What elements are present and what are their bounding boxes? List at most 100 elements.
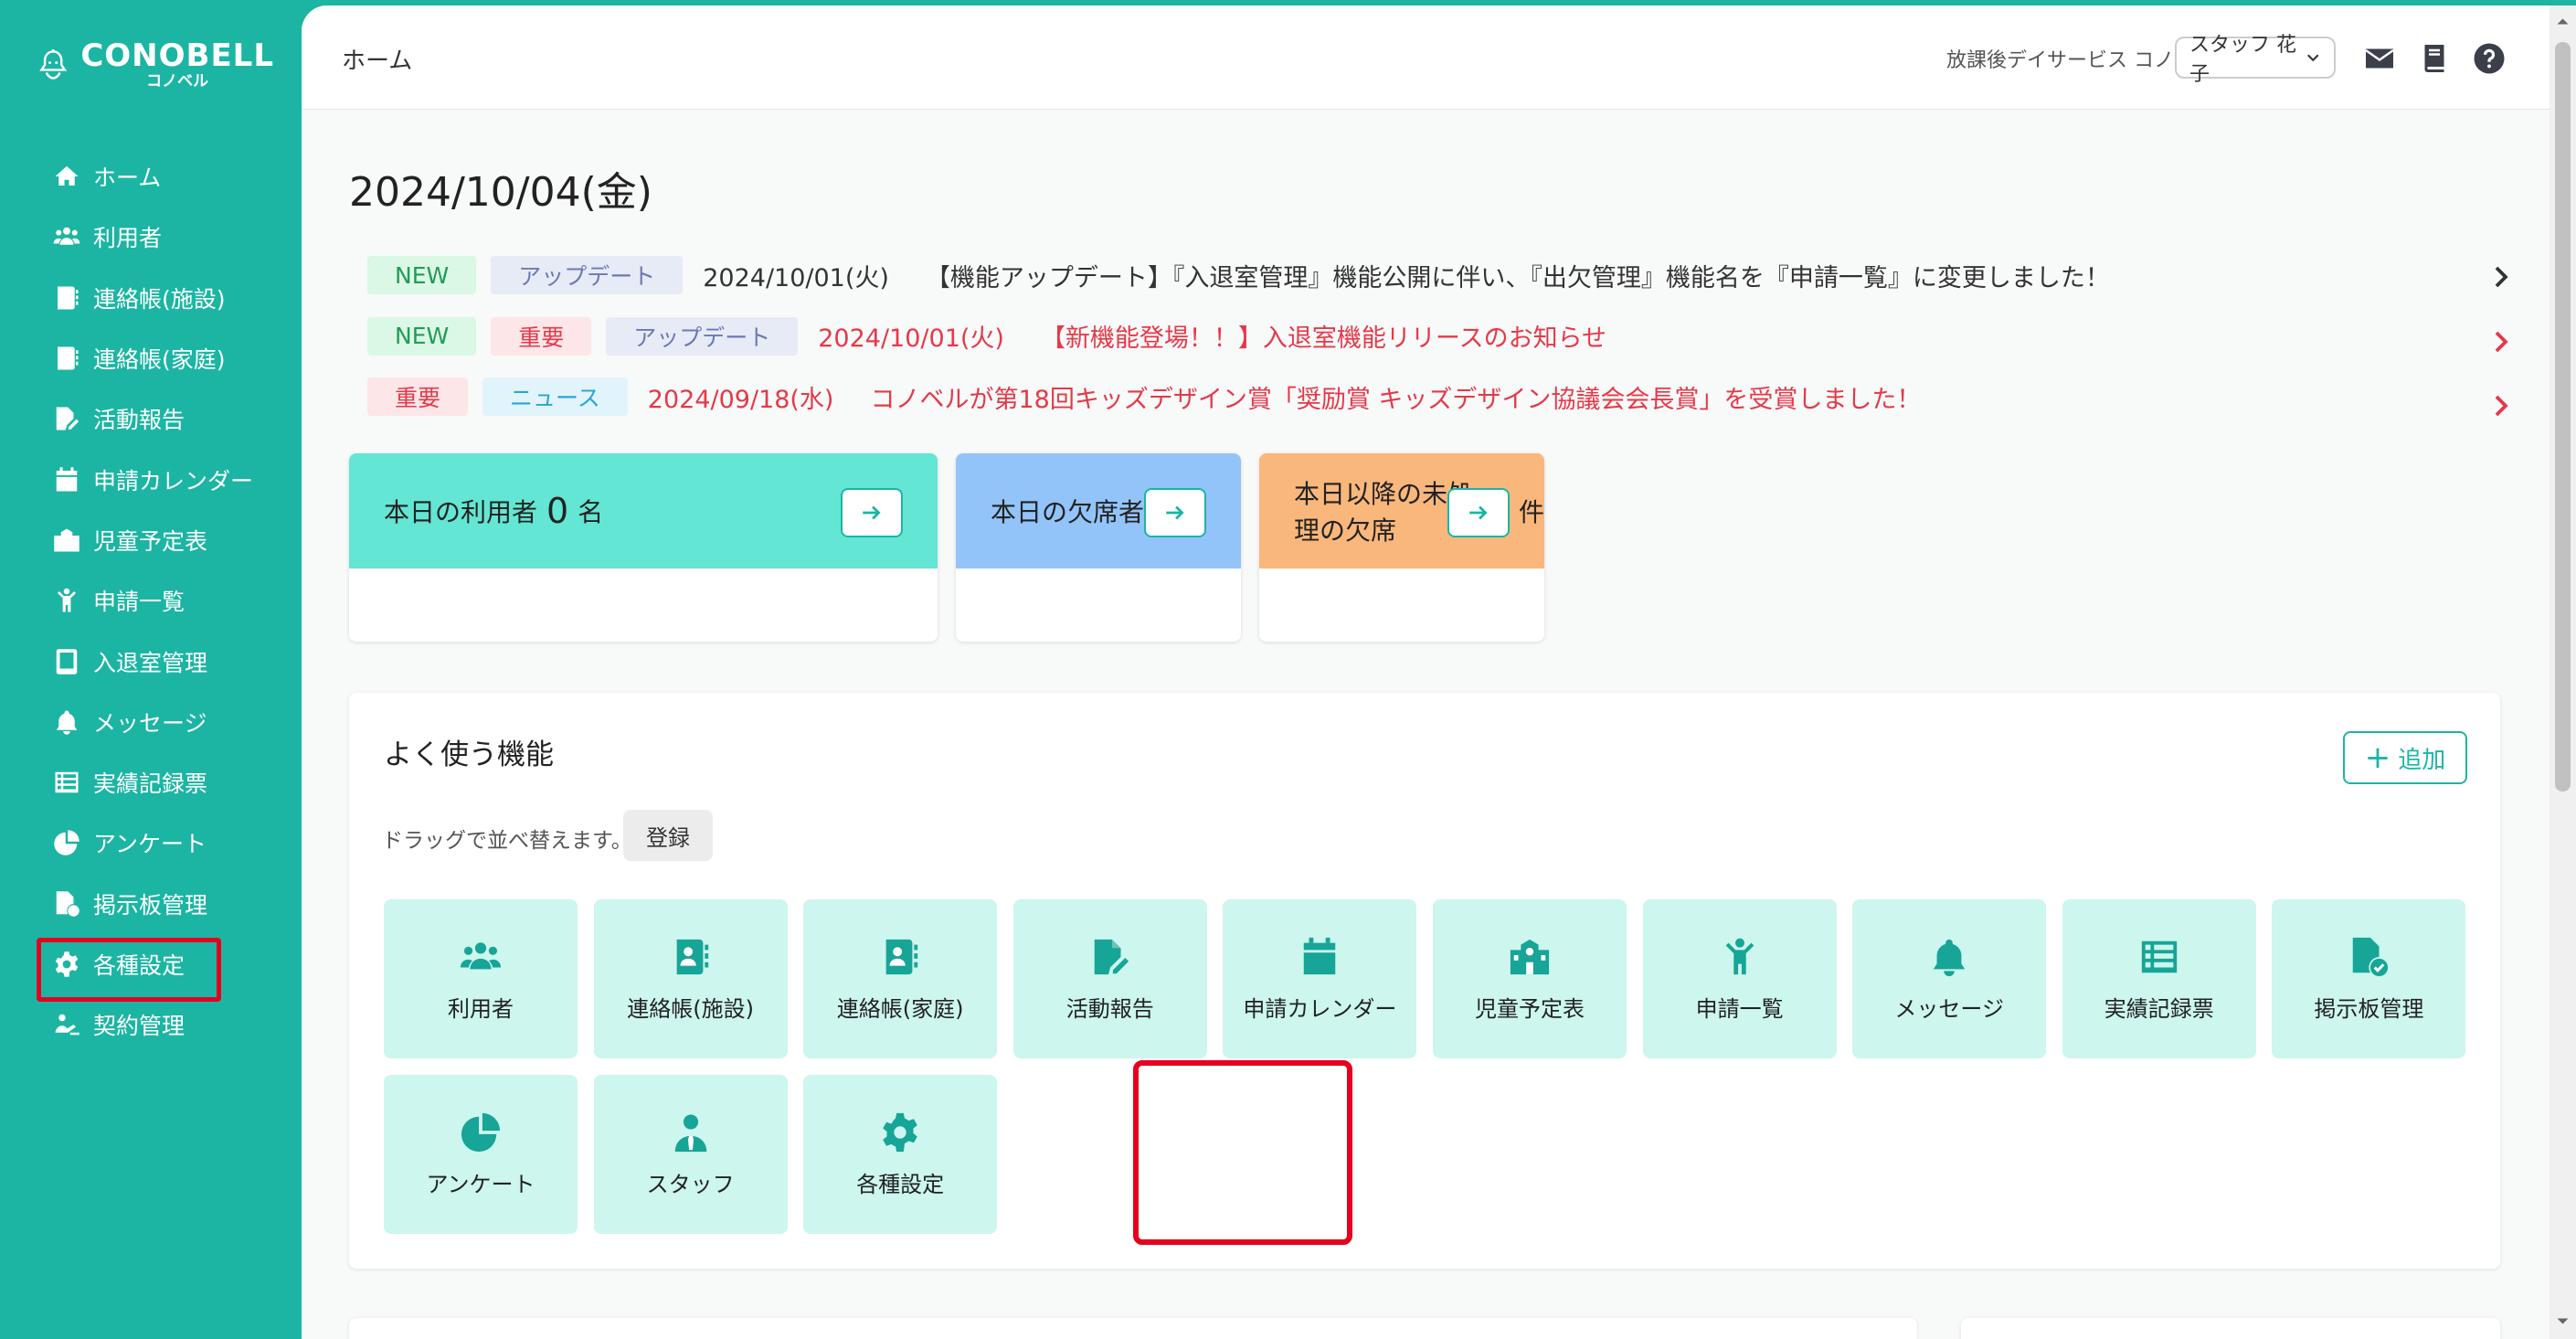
favorite-tile[interactable]: 申請一覧 bbox=[1642, 899, 1837, 1058]
favorite-tile[interactable]: 実績記録票 bbox=[2062, 899, 2256, 1058]
brand-sub: コノベル bbox=[146, 72, 209, 90]
favorite-tile[interactable]: メッセージ bbox=[1852, 899, 2047, 1058]
brand-logo[interactable]: CONOBELL コノベル bbox=[37, 33, 274, 97]
stat-card-header: 本日の欠席者0名 bbox=[956, 453, 1241, 569]
chevron-right-icon[interactable] bbox=[2487, 392, 2515, 420]
favorite-tile-label: アンケート bbox=[426, 1171, 535, 1197]
news-date: 2024/10/01(火) bbox=[703, 263, 889, 292]
plus-icon: + bbox=[2364, 739, 2391, 776]
favorites-title: よく使う機能 bbox=[384, 739, 554, 771]
gear-icon bbox=[879, 1111, 921, 1153]
favorite-tile[interactable]: 活動報告 bbox=[1012, 899, 1207, 1058]
list-icon bbox=[2138, 936, 2180, 978]
child-icon bbox=[53, 587, 80, 614]
sidebar-item[interactable]: 活動報告 bbox=[0, 388, 302, 449]
contact-book-icon bbox=[53, 284, 80, 312]
list-icon bbox=[53, 769, 80, 796]
stat-open-button[interactable] bbox=[841, 488, 903, 537]
sidebar-item[interactable]: メッセージ bbox=[0, 692, 302, 752]
sidebar: CONOBELL コノベル ホーム 利用者連絡帳(施設) 連絡帳(家庭) 活動報告申請… bbox=[0, 0, 302, 1339]
news-badge: ニュース bbox=[482, 377, 628, 417]
gear-icon bbox=[53, 951, 80, 978]
sidebar-item[interactable]: 児童予定表 bbox=[0, 510, 302, 570]
stat-label: 本日の利用者 bbox=[384, 497, 538, 527]
stat-card-header: 本日の利用者 0 名 bbox=[349, 453, 938, 569]
chevron-down-icon bbox=[2307, 54, 2319, 62]
sidebar-item-label: 実績記録票 bbox=[93, 770, 208, 798]
sidebar-item[interactable]: 利用者 bbox=[0, 207, 302, 267]
news-title[interactable]: 【新機能登場！！】入退室機能リリースのお知らせ bbox=[1041, 318, 1606, 354]
stat-card: 本日の欠席者0名 bbox=[956, 453, 1241, 642]
news-badge: 重要 bbox=[491, 316, 592, 356]
sidebar-item[interactable]: ホーム bbox=[0, 146, 302, 207]
add-favorite-label: 追加 bbox=[2398, 746, 2446, 774]
chevron-right-icon[interactable] bbox=[2487, 263, 2515, 291]
favorite-tile[interactable]: 連絡帳(家庭) bbox=[803, 899, 998, 1058]
bell-icon bbox=[1928, 936, 1970, 978]
staff-icon bbox=[670, 1111, 712, 1153]
sidebar-item[interactable]: 連絡帳(家庭) bbox=[0, 328, 302, 388]
news-badge: NEW bbox=[367, 316, 477, 356]
lower-card bbox=[349, 1318, 1917, 1339]
favorite-tile[interactable]: 連絡帳(施設) bbox=[593, 899, 788, 1058]
add-favorite-button[interactable]: + 追加 bbox=[2343, 731, 2467, 784]
favorite-tile-label: 申請一覧 bbox=[1695, 995, 1784, 1022]
sidebar-item[interactable]: 入退室管理 bbox=[0, 631, 302, 691]
manual-book-icon[interactable] bbox=[2418, 42, 2451, 75]
sidebar-item[interactable]: 申請一覧 bbox=[0, 570, 302, 631]
register-button[interactable]: 登録 bbox=[623, 810, 713, 861]
chevron-right-icon[interactable] bbox=[2487, 328, 2515, 356]
news-item[interactable]: NEW アップデート 2024/10/01(火) 【機能アップデート】『入退室管理』機… bbox=[367, 245, 2508, 306]
scroll-up-icon[interactable] bbox=[2556, 15, 2570, 28]
scrollbar[interactable] bbox=[2549, 5, 2576, 1339]
favorite-tile[interactable]: アンケート bbox=[384, 1075, 578, 1234]
favorite-tile[interactable]: 利用者 bbox=[384, 899, 578, 1058]
favorite-tile-label: 活動報告 bbox=[1065, 995, 1154, 1022]
calendar-icon bbox=[53, 466, 80, 494]
news-item[interactable]: 重要 ニュース 2024/09/18(水) コノベルが第18回キッズデザイン賞「奨励賞… bbox=[367, 367, 2508, 428]
drag-hint: ドラッグで並べ替えます。 bbox=[382, 829, 632, 853]
favorite-tile[interactable]: 申請カレンダー bbox=[1223, 899, 1417, 1058]
news-item[interactable]: NEW 重要 アップデート 2024/10/01(火) 【新機能登場！！】入退室機能リリ… bbox=[367, 306, 2508, 367]
child-icon bbox=[1719, 936, 1761, 978]
stat-label: 本日の欠席者 bbox=[991, 497, 1145, 527]
favorite-tile[interactable]: 児童予定表 bbox=[1433, 899, 1627, 1058]
sidebar-item-label: 活動報告 bbox=[93, 407, 186, 434]
sidebar-item-label: 申請一覧 bbox=[93, 589, 186, 616]
sidebar-item-label: 児童予定表 bbox=[93, 527, 208, 555]
stat-unit: 名 bbox=[578, 497, 604, 527]
news-badge: アップデート bbox=[606, 316, 799, 356]
news-badge: 重要 bbox=[367, 377, 469, 417]
users-icon bbox=[53, 223, 80, 250]
staff-select[interactable]: スタッフ 花子 bbox=[2175, 34, 2336, 86]
breadcrumb: ホーム bbox=[342, 48, 413, 75]
tablet-icon bbox=[53, 648, 80, 675]
sidebar-item[interactable]: 連絡帳(施設) bbox=[0, 268, 302, 328]
news-title[interactable]: コノベルが第18回キッズデザイン賞「奨励賞 キッズデザイン協議会会長賞」を受賞し… bbox=[870, 379, 1921, 415]
mail-icon[interactable] bbox=[2363, 42, 2396, 75]
stat-open-button[interactable] bbox=[1447, 488, 1510, 537]
top-bar: ホーム 放課後デイサービス コノベル スタッフ 花子 bbox=[302, 5, 2549, 110]
sidebar-item[interactable]: 各種設定 bbox=[0, 934, 302, 1003]
scroll-thumb[interactable] bbox=[2555, 42, 2571, 792]
file-edit-icon bbox=[53, 405, 80, 432]
favorite-tile[interactable]: スタッフ bbox=[593, 1075, 788, 1234]
news-title[interactable]: 【機能アップデート】『入退室管理』機能公開に伴い、『出欠管理』機能名を『申請一覧… bbox=[926, 258, 2110, 293]
sidebar-item[interactable]: 契約管理 bbox=[0, 994, 302, 1055]
sidebar-item[interactable]: 実績記録票 bbox=[0, 752, 302, 813]
sidebar-item-label: アンケート bbox=[93, 831, 207, 858]
file-check-icon bbox=[53, 890, 80, 918]
sidebar-item[interactable]: アンケート bbox=[0, 813, 302, 873]
sidebar-item-label: 連絡帳(施設) bbox=[93, 285, 226, 313]
news-date: 2024/09/18(水) bbox=[647, 385, 834, 414]
scroll-down-icon[interactable] bbox=[2556, 1314, 2570, 1328]
users-icon bbox=[460, 936, 502, 978]
favorite-tile[interactable]: 各種設定 bbox=[803, 1075, 998, 1234]
stat-open-button[interactable] bbox=[1144, 488, 1206, 537]
sidebar-item[interactable]: 申請カレンダー bbox=[0, 449, 302, 509]
favorite-tile[interactable]: 掲示板管理 bbox=[2272, 899, 2466, 1058]
sidebar-item[interactable]: 掲示板管理 bbox=[0, 874, 302, 934]
favorite-tile-label: 各種設定 bbox=[856, 1171, 945, 1197]
help-icon[interactable] bbox=[2473, 42, 2506, 75]
favorite-tile-label: 実績記録票 bbox=[2104, 995, 2214, 1022]
